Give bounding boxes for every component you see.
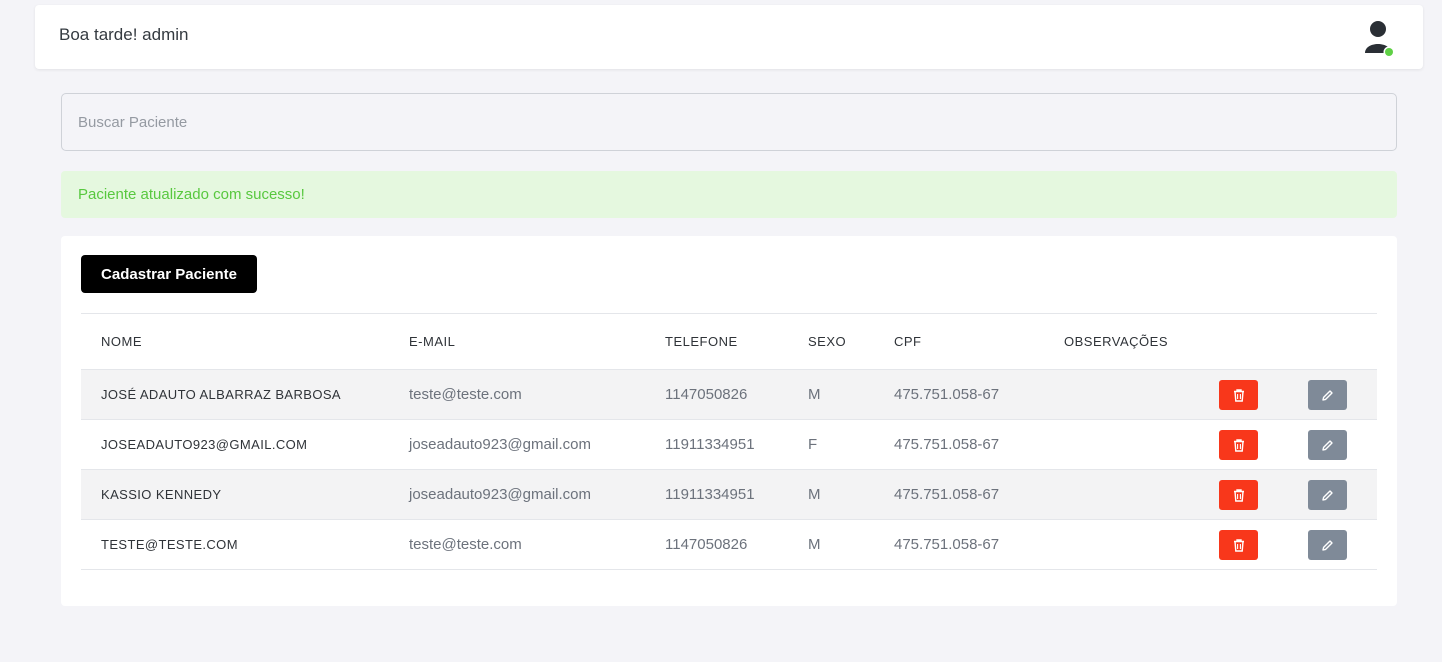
column-header-telefone: TELEFONE — [665, 334, 738, 349]
cell-nome: JOSEADAUTO923@GMAIL.COM — [101, 437, 308, 452]
table-row: JOSEADAUTO923@GMAIL.COM joseadauto923@gm… — [81, 420, 1377, 470]
column-header-nome: NOME — [101, 334, 142, 349]
patients-table: NOME E-MAIL TELEFONE SEXO CPF OBSERVAÇÕE… — [81, 313, 1377, 570]
cell-email: teste@teste.com — [409, 536, 522, 553]
user-icon[interactable] — [1365, 20, 1395, 58]
column-header-sexo: SEXO — [808, 334, 847, 349]
delete-button[interactable] — [1219, 380, 1258, 410]
edit-button[interactable] — [1308, 530, 1347, 560]
pencil-icon — [1322, 539, 1333, 551]
cell-cpf: 475.751.058-67 — [894, 536, 1000, 553]
online-status-dot — [1385, 48, 1393, 56]
success-alert: Paciente atualizado com sucesso! — [61, 171, 1397, 218]
delete-button[interactable] — [1219, 430, 1258, 460]
cell-cpf: 475.751.058-67 — [894, 486, 1000, 503]
cell-nome: KASSIO KENNEDY — [101, 487, 222, 502]
cell-sexo: F — [808, 436, 818, 453]
cell-telefone: 1147050826 — [665, 536, 748, 553]
cell-nome: JOSÉ ADAUTO ALBARRAZ BARBOSA — [101, 387, 341, 402]
pencil-icon — [1322, 439, 1333, 451]
cell-sexo: M — [808, 486, 821, 503]
column-header-observacoes: OBSERVAÇÕES — [1064, 334, 1168, 349]
edit-button[interactable] — [1308, 430, 1347, 460]
greeting-text: Boa tarde! admin — [59, 25, 189, 44]
pencil-icon — [1322, 489, 1333, 501]
cell-email: joseadauto923@gmail.com — [409, 486, 591, 503]
search-input[interactable] — [61, 93, 1397, 151]
column-header-email: E-MAIL — [409, 334, 456, 349]
pencil-icon — [1322, 389, 1333, 401]
cell-cpf: 475.751.058-67 — [894, 386, 1000, 403]
trash-icon — [1233, 538, 1244, 552]
patients-card: Cadastrar Paciente NOME E-MAIL TELEFONE … — [61, 236, 1397, 606]
cell-telefone: 11911334951 — [665, 486, 755, 503]
trash-icon — [1233, 388, 1244, 402]
edit-button[interactable] — [1308, 380, 1347, 410]
cell-sexo: M — [808, 386, 821, 403]
trash-icon — [1233, 488, 1244, 502]
cell-telefone: 11911334951 — [665, 436, 755, 453]
edit-button[interactable] — [1308, 480, 1347, 510]
table-header: NOME E-MAIL TELEFONE SEXO CPF OBSERVAÇÕE… — [81, 314, 1377, 370]
cell-cpf: 475.751.058-67 — [894, 436, 1000, 453]
cell-email: joseadauto923@gmail.com — [409, 436, 591, 453]
top-bar: Boa tarde! admin — [35, 5, 1423, 69]
delete-button[interactable] — [1219, 530, 1258, 560]
table-row: KASSIO KENNEDY joseadauto923@gmail.com 1… — [81, 470, 1377, 520]
trash-icon — [1233, 438, 1244, 452]
table-row: JOSÉ ADAUTO ALBARRAZ BARBOSA teste@teste… — [81, 370, 1377, 420]
add-patient-button[interactable]: Cadastrar Paciente — [81, 255, 257, 293]
table-row: TESTE@TESTE.COM teste@teste.com 11470508… — [81, 520, 1377, 570]
cell-sexo: M — [808, 536, 821, 553]
delete-button[interactable] — [1219, 480, 1258, 510]
cell-telefone: 1147050826 — [665, 386, 748, 403]
cell-nome: TESTE@TESTE.COM — [101, 537, 238, 552]
column-header-cpf: CPF — [894, 334, 922, 349]
cell-email: teste@teste.com — [409, 386, 522, 403]
